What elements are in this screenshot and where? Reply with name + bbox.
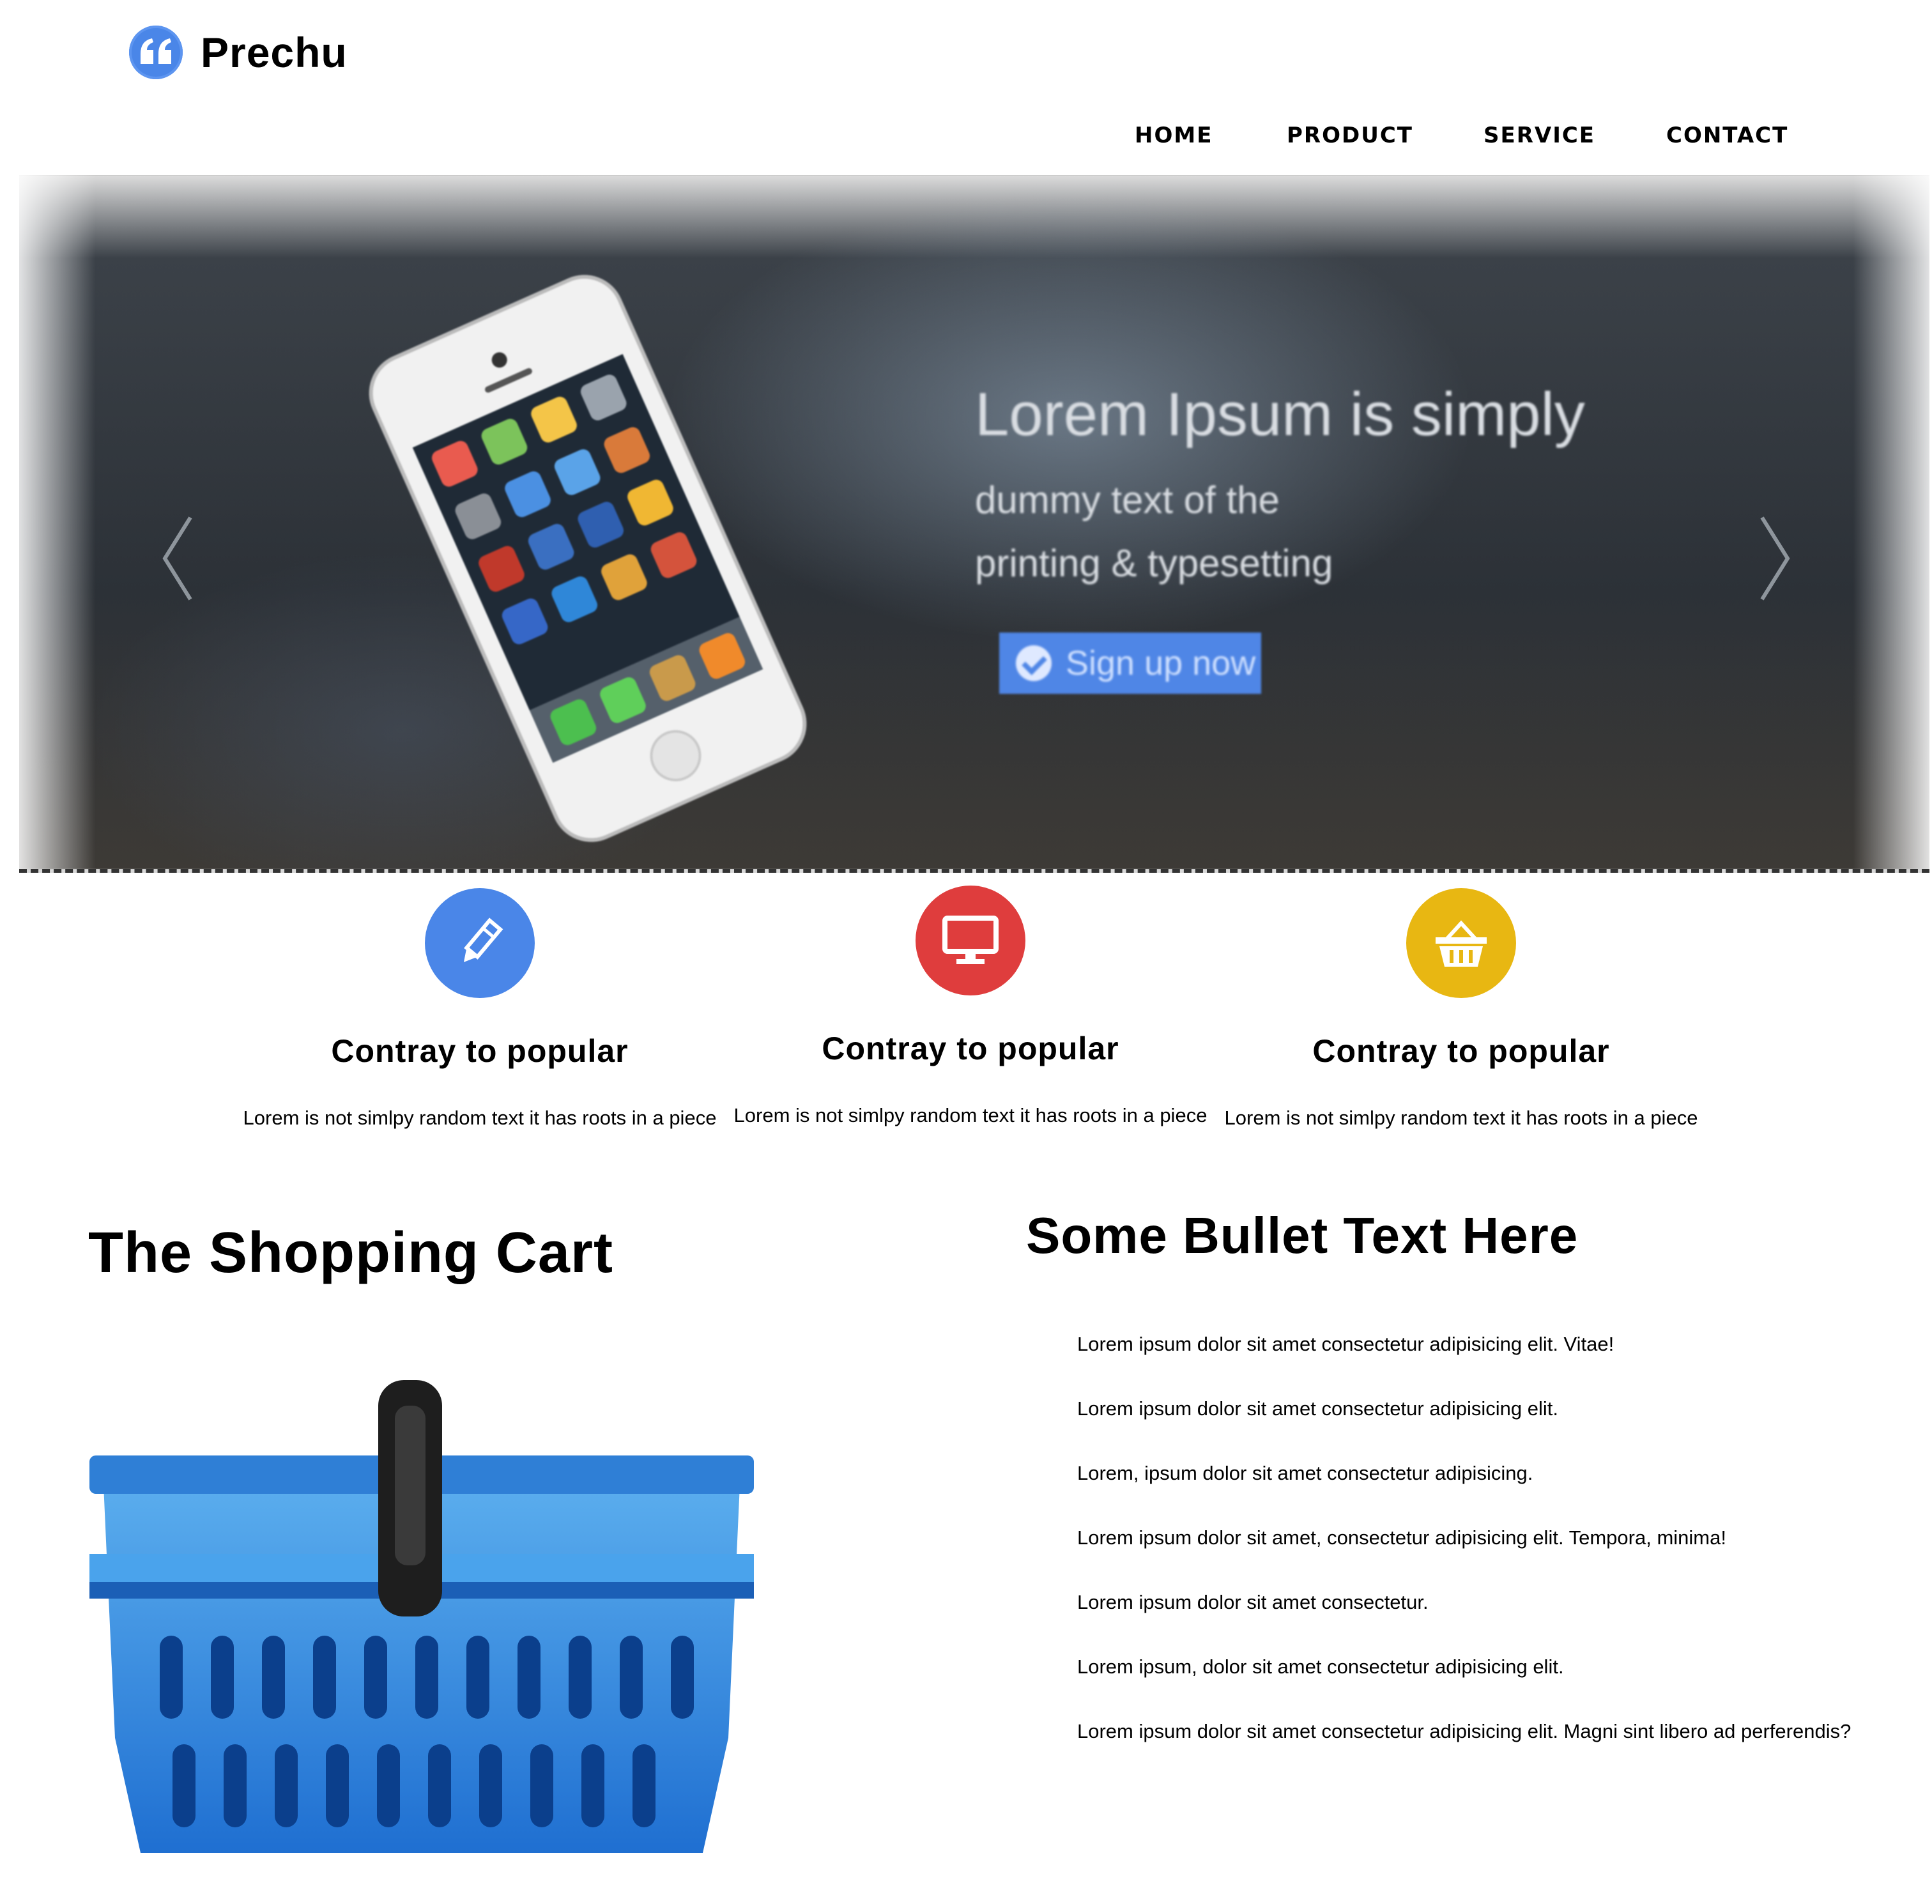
list-item: Lorem ipsum dolor sit amet consectetur a…	[1077, 1720, 1851, 1742]
feature-text: Lorem is not simlpy random text it has r…	[1224, 1107, 1698, 1129]
hero-subline-1: dummy text of the	[975, 479, 1280, 521]
hero-subline-2: printing & typesetting	[975, 542, 1333, 585]
feature-card: Contray to popular Lorem is not simlpy r…	[1215, 888, 1707, 1130]
chevron-left-icon[interactable]	[158, 514, 197, 603]
list-item: Lorem ipsum dolor sit amet, consectetur …	[1077, 1526, 1726, 1549]
monitor-icon	[916, 886, 1025, 995]
feature-card: Contray to popular Lorem is not simlpy r…	[234, 888, 726, 1130]
brand-name: Prechu	[201, 29, 348, 76]
list-item: Lorem ipsum dolor sit amet consectetur a…	[1077, 1333, 1614, 1355]
nav-contact[interactable]: CONTACT	[1666, 123, 1788, 148]
nav-home[interactable]: HOME	[1135, 123, 1213, 148]
basket-icon	[1406, 888, 1516, 998]
page: Prechu HOME PRODUCT SERVICE CONTACT Lore…	[0, 0, 1932, 1904]
main-nav: HOME PRODUCT SERVICE CONTACT	[0, 123, 1932, 158]
hero-carousel: Lorem Ipsum is simply dummy text of the …	[19, 175, 1929, 873]
feature-title: Contray to popular	[1312, 1033, 1610, 1069]
smartphone-image	[369, 275, 807, 842]
list-item: Lorem, ipsum dolor sit amet consectetur …	[1077, 1462, 1533, 1484]
list-item: Lorem ipsum dolor sit amet consectetur a…	[1077, 1397, 1558, 1420]
list-item: Lorem ipsum dolor sit amet consectetur.	[1077, 1591, 1429, 1613]
hero-text: Lorem Ipsum is simply dummy text of the …	[975, 380, 1585, 604]
cart-title: The Shopping Cart	[88, 1221, 613, 1285]
feature-text: Lorem is not simlpy random text it has r…	[733, 1104, 1208, 1126]
check-icon	[1016, 645, 1052, 681]
signup-button[interactable]: Sign up now	[999, 633, 1261, 694]
quote-icon	[129, 26, 183, 79]
nav-service[interactable]: SERVICE	[1483, 123, 1595, 148]
pencil-icon	[425, 888, 535, 998]
list-item: Lorem ipsum, dolor sit amet consectetur …	[1077, 1655, 1564, 1678]
signup-button-label: Sign up now	[1066, 644, 1256, 682]
brand[interactable]: Prechu	[129, 26, 348, 79]
feature-title: Contray to popular	[822, 1031, 1119, 1066]
shopping-basket-image	[89, 1380, 754, 1853]
feature-text: Lorem is not simlpy random text it has r…	[243, 1107, 717, 1129]
nav-product[interactable]: PRODUCT	[1287, 123, 1413, 148]
bullet-list: Lorem ipsum dolor sit amet consectetur a…	[1077, 1332, 1851, 1783]
hero-headline: Lorem Ipsum is simply	[975, 380, 1585, 449]
chevron-right-icon[interactable]	[1756, 514, 1794, 603]
bullets-title: Some Bullet Text Here	[1026, 1207, 1579, 1264]
feature-card: Contray to popular Lorem is not simlpy r…	[724, 886, 1216, 1127]
feature-title: Contray to popular	[331, 1033, 629, 1069]
